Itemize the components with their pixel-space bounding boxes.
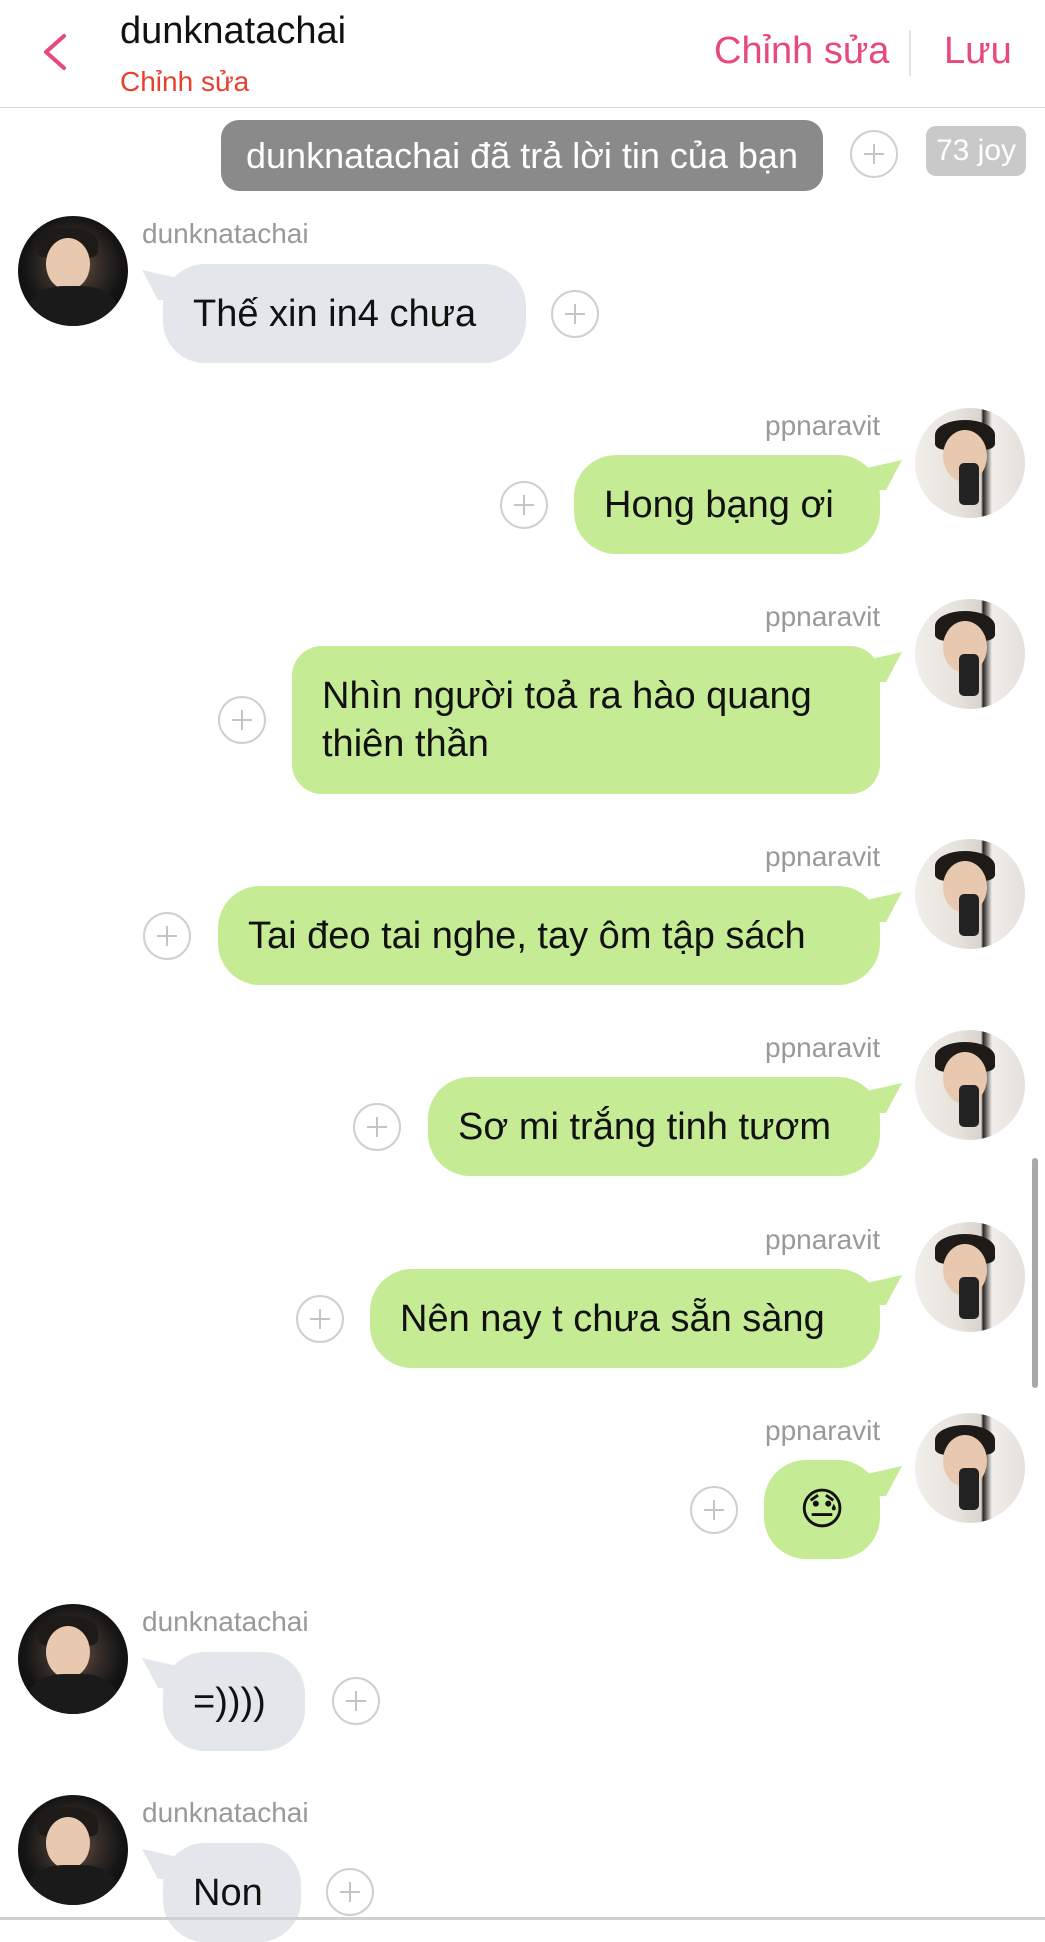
plus-icon <box>514 495 534 515</box>
message-bubble[interactable]: =)))) <box>163 1652 305 1751</box>
chat-subtitle[interactable]: Chỉnh sửa <box>120 66 249 98</box>
add-reaction-button[interactable] <box>850 130 898 178</box>
add-reaction-button[interactable] <box>326 1868 374 1916</box>
sender-name: ppnaravit <box>765 1415 881 1446</box>
sender-name: dunknatachai <box>142 1606 309 1637</box>
avatar-body <box>28 1674 118 1714</box>
bubble-tail <box>862 1083 902 1113</box>
joy-badge: 73 joy <box>926 126 1026 176</box>
scrollbar[interactable] <box>1032 1158 1038 1388</box>
plus-icon <box>340 1882 360 1902</box>
sender-name: dunknatachai <box>142 1797 309 1828</box>
message-bubble[interactable]: Nên nay t chưa sẵn sàng <box>370 1269 880 1368</box>
bubble-tail <box>862 1275 902 1305</box>
avatar[interactable] <box>915 599 1025 709</box>
avatar-face <box>46 238 90 290</box>
message-bubble[interactable]: 😓 <box>764 1460 880 1559</box>
plus-icon <box>346 1691 366 1711</box>
header-divider <box>909 30 911 76</box>
back-button[interactable] <box>36 30 76 74</box>
avatar[interactable] <box>915 839 1025 949</box>
avatar[interactable] <box>18 216 128 326</box>
avatar-face <box>46 1626 90 1678</box>
add-reaction-button[interactable] <box>296 1295 344 1343</box>
plus-icon <box>157 926 177 946</box>
avatar[interactable] <box>915 1222 1025 1332</box>
add-reaction-button[interactable] <box>332 1677 380 1725</box>
avatar-phone <box>959 1277 979 1319</box>
message-line: thiên thần <box>322 723 489 765</box>
avatar[interactable] <box>915 408 1025 518</box>
avatar-body <box>28 1865 118 1905</box>
plus-icon <box>310 1309 330 1329</box>
chat-header: dunknatachai Chỉnh sửa Chỉnh sửa Lưu <box>0 0 1045 108</box>
avatar[interactable] <box>18 1795 128 1905</box>
avatar-phone <box>959 894 979 936</box>
add-reaction-button[interactable] <box>353 1103 401 1151</box>
avatar[interactable] <box>18 1604 128 1714</box>
plus-icon <box>864 144 884 164</box>
sender-name: ppnaravit <box>765 410 881 441</box>
sender-name: ppnaravit <box>765 601 881 632</box>
add-reaction-button[interactable] <box>218 696 266 744</box>
plus-icon <box>704 1500 724 1520</box>
message-line: Nhìn người toả ra hào quang <box>322 675 812 717</box>
chevron-left-icon <box>44 34 66 70</box>
avatar-phone <box>959 654 979 696</box>
bubble-tail <box>862 1466 902 1496</box>
message-bubble[interactable]: Thế xin in4 chưa <box>163 264 526 363</box>
avatar[interactable] <box>915 1413 1025 1523</box>
bubble-tail <box>862 460 902 490</box>
save-button[interactable]: Lưu <box>944 30 1012 73</box>
avatar-face <box>46 1817 90 1869</box>
add-reaction-button[interactable] <box>143 912 191 960</box>
message-bubble[interactable]: Sơ mi trắng tinh tươm <box>428 1077 880 1176</box>
avatar-phone <box>959 1468 979 1510</box>
plus-icon <box>565 304 585 324</box>
system-notice[interactable]: dunknatachai đã trả lời tin của bạn <box>221 120 823 191</box>
bubble-tail <box>862 892 902 922</box>
sender-name: ppnaravit <box>765 841 881 872</box>
avatar[interactable] <box>915 1030 1025 1140</box>
plus-icon <box>232 710 252 730</box>
edit-button[interactable]: Chỉnh sửa <box>714 30 889 73</box>
sender-name: ppnaravit <box>765 1224 881 1255</box>
add-reaction-button[interactable] <box>500 481 548 529</box>
message-bubble[interactable]: Nhìn người toả ra hào quang thiên thần <box>292 646 880 794</box>
message-bubble[interactable]: Hong bạng ơi <box>574 455 880 554</box>
avatar-body <box>28 286 118 326</box>
sender-name: dunknatachai <box>142 218 309 249</box>
chat-title: dunknatachai <box>120 10 347 52</box>
sender-name: ppnaravit <box>765 1032 881 1063</box>
plus-icon <box>367 1117 387 1137</box>
avatar-phone <box>959 463 979 505</box>
message-bubble[interactable]: Non <box>163 1843 301 1942</box>
add-reaction-button[interactable] <box>551 290 599 338</box>
add-reaction-button[interactable] <box>690 1486 738 1534</box>
message-bubble[interactable]: Tai đeo tai nghe, tay ôm tập sách <box>218 886 880 985</box>
avatar-phone <box>959 1085 979 1127</box>
